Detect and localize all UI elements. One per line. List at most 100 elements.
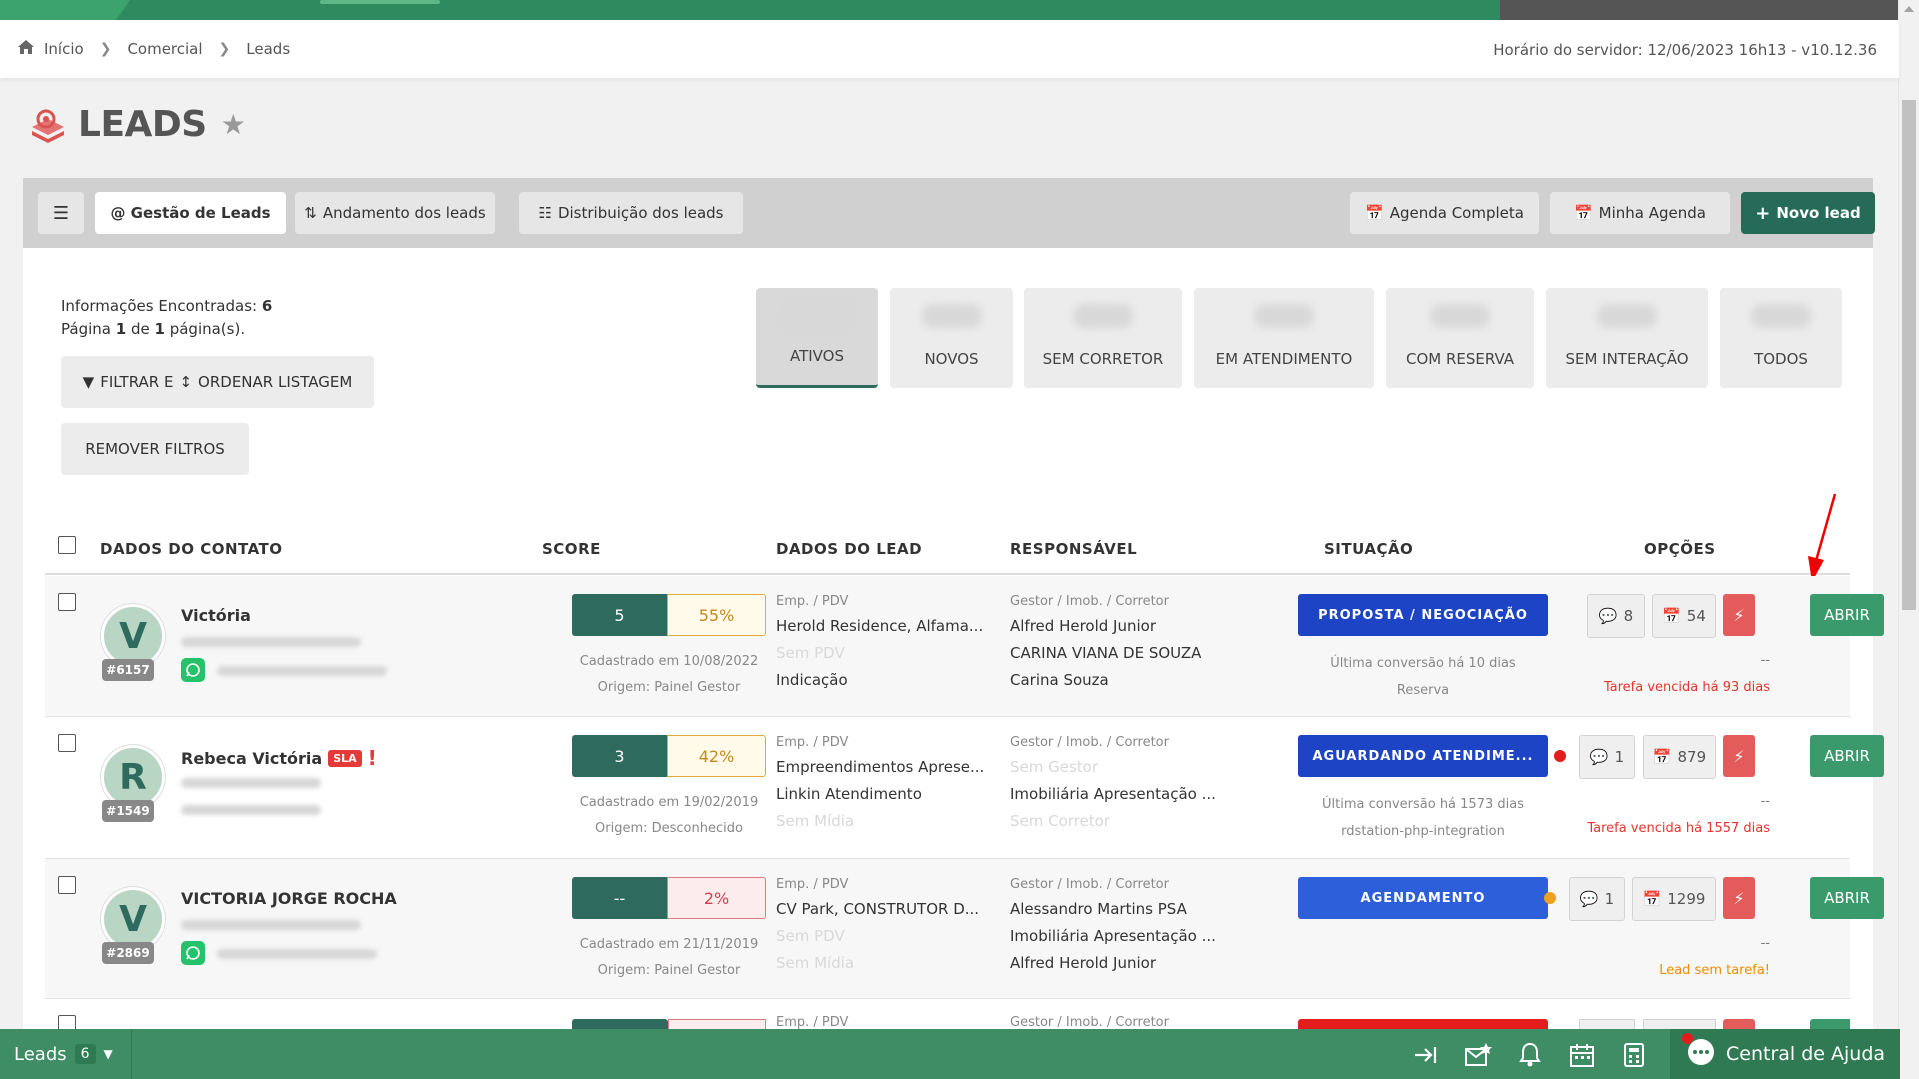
resp-gestor: Alfred Herold Junior xyxy=(1010,617,1156,635)
home-icon[interactable] xyxy=(18,40,34,58)
comments-icon: 💬 xyxy=(1589,748,1609,766)
tab-distribuicao-dos-leads[interactable]: ☷ Distribuição dos leads xyxy=(519,192,743,234)
tab-ativos[interactable]: ATIVOS xyxy=(756,288,878,388)
contact-name[interactable]: Victória xyxy=(181,606,251,625)
messages-button[interactable] xyxy=(1579,1019,1635,1029)
calendar-icon[interactable] xyxy=(1568,1041,1596,1069)
emp-label: Emp. / PDV xyxy=(776,877,849,892)
quick-action-button[interactable] xyxy=(1723,1019,1755,1029)
row-checkbox[interactable] xyxy=(58,876,76,894)
quick-action-button[interactable]: ⚡ xyxy=(1723,735,1755,777)
minha-agenda-button[interactable]: 📅 Minha Agenda xyxy=(1550,192,1730,234)
menu-button[interactable]: ☰ xyxy=(38,192,84,234)
abrir-button[interactable] xyxy=(1810,1019,1850,1029)
resp-label: Gestor / Imob. / Corretor xyxy=(1010,1015,1169,1029)
agenda-button[interactable]: 📅 879 xyxy=(1643,735,1716,779)
table-row: V #6157 Victória 5 55% Cadastrado em 10/… xyxy=(45,576,1884,716)
breadcrumb-comercial[interactable]: Comercial xyxy=(127,40,202,58)
tab-novos[interactable]: NOVOS xyxy=(890,288,1013,388)
lead-id-badge: #6157 xyxy=(102,659,154,681)
abrir-button[interactable]: ABRIR xyxy=(1810,877,1884,919)
row-checkbox[interactable] xyxy=(58,1015,76,1029)
sort-icon: ⇅ xyxy=(304,204,317,222)
score-percent: 55% xyxy=(667,594,766,636)
table-header: DADOS DO CONTATO SCORE DADOS DO LEAD RES… xyxy=(0,530,1870,574)
lead-origem: Origem: Painel Gestor xyxy=(597,963,741,978)
quick-action-button[interactable]: ⚡ xyxy=(1723,594,1755,636)
bottom-bar: Leads 6 ▼ Central de Ajuda xyxy=(0,1029,1900,1079)
chevron-down-icon: ▼ xyxy=(103,1047,113,1061)
contact-name[interactable]: VICTORIA JORGE ROCHA xyxy=(181,889,397,908)
page-scrollbar[interactable] xyxy=(1898,0,1919,1079)
task-status: Tarefa vencida há 93 dias xyxy=(1603,680,1770,695)
tab-todos[interactable]: TODOS xyxy=(1720,288,1842,388)
collapse-right-icon[interactable] xyxy=(1412,1041,1440,1069)
resp-imobiliaria: Imobiliária Apresentação ... xyxy=(1010,785,1216,803)
tab-gestao-de-leads[interactable]: @ Gestão de Leads xyxy=(95,192,286,234)
central-de-ajuda-button[interactable]: Central de Ajuda xyxy=(1670,1029,1900,1079)
leads-dock-tab[interactable]: Leads 6 ▼ xyxy=(0,1029,132,1079)
abrir-button[interactable]: ABRIR xyxy=(1810,735,1884,777)
contact-name[interactable]: Rebeca Victória SLA ! xyxy=(181,746,377,770)
row-checkbox[interactable] xyxy=(58,734,76,752)
resp-gestor: Sem Gestor xyxy=(1010,758,1099,776)
whatsapp-icon[interactable] xyxy=(181,941,205,965)
filter-icon: ▼ xyxy=(82,373,95,391)
agenda-button[interactable]: 📅 1299 xyxy=(1632,877,1716,921)
row-checkbox[interactable] xyxy=(58,593,76,611)
top-app-bar xyxy=(0,0,1899,20)
score-value xyxy=(572,1019,668,1029)
situacao-badge[interactable] xyxy=(1298,1019,1548,1029)
agenda-button[interactable]: 📅 54 xyxy=(1652,594,1716,638)
plus-icon: + xyxy=(1755,202,1771,224)
breadcrumb-home[interactable]: Início xyxy=(44,40,84,58)
whatsapp-icon[interactable] xyxy=(181,658,205,682)
tab-andamento-dos-leads[interactable]: ⇅ Andamento dos leads xyxy=(295,192,495,234)
resp-imobiliaria: Imobiliária Apresentação ... xyxy=(1010,927,1216,945)
tab-sem-corretor[interactable]: SEM CORRETOR xyxy=(1024,288,1182,388)
resp-corretor: Carina Souza xyxy=(1010,671,1109,689)
emp-label: Emp. / PDV xyxy=(776,1015,849,1029)
chat-help-icon xyxy=(1682,1032,1716,1072)
table-row: Emp. / PDV Gestor / Imob. / Corretor xyxy=(45,999,1850,1029)
options-dash: -- xyxy=(1760,936,1770,951)
leads-logo-icon xyxy=(32,109,64,143)
leads-count-badge: 6 xyxy=(74,1044,96,1064)
situacao-badge[interactable]: AGUARDANDO ATENDIME... xyxy=(1298,735,1548,777)
abrir-button[interactable]: ABRIR xyxy=(1810,594,1884,636)
remove-filters-button[interactable]: REMOVER FILTROS xyxy=(61,423,249,475)
favorite-star-icon[interactable]: ★ xyxy=(221,108,246,141)
agenda-completa-button[interactable]: 📅 Agenda Completa xyxy=(1350,192,1539,234)
scrollbar-thumb[interactable] xyxy=(1902,100,1916,610)
calendar-icon: 📅 xyxy=(1642,890,1662,908)
messages-button[interactable]: 💬 8 xyxy=(1587,594,1645,638)
score-value: 3 xyxy=(572,735,668,777)
bolt-icon: ⚡ xyxy=(1733,888,1745,908)
messages-button[interactable]: 💬 1 xyxy=(1579,735,1635,779)
status-dot-red xyxy=(1554,750,1566,762)
tab-com-reserva[interactable]: COM RESERVA xyxy=(1386,288,1534,388)
server-time: Horário do servidor: 12/06/2023 16h13 - … xyxy=(1493,41,1877,59)
options-dash: -- xyxy=(1760,653,1770,668)
tab-em-atendimento[interactable]: EM ATENDIMENTO xyxy=(1194,288,1374,388)
calculator-icon[interactable] xyxy=(1620,1041,1648,1069)
mail-star-icon[interactable] xyxy=(1464,1041,1492,1069)
resp-corretor: Sem Corretor xyxy=(1010,812,1110,830)
lead-empreendimento: CV Park, CONSTRUTOR D... xyxy=(776,900,980,918)
tab-sem-interacao[interactable]: SEM INTERAÇÃO xyxy=(1546,288,1708,388)
scroll-up-icon[interactable] xyxy=(1904,6,1914,12)
ultima-conversao: Última conversão há 10 dias xyxy=(1330,656,1516,671)
filter-order-button[interactable]: ▼ FILTRAR E ↕ ORDENAR LISTAGEM xyxy=(61,356,374,408)
breadcrumb-leads[interactable]: Leads xyxy=(246,40,290,58)
quick-action-button[interactable]: ⚡ xyxy=(1723,877,1755,919)
situacao-badge[interactable]: PROPOSTA / NEGOCIAÇÃO xyxy=(1298,594,1548,636)
agenda-button[interactable] xyxy=(1643,1019,1716,1029)
hamburger-icon: ☰ xyxy=(52,202,70,224)
novo-lead-button[interactable]: + Novo lead xyxy=(1741,192,1875,234)
bell-icon[interactable] xyxy=(1516,1041,1544,1069)
resp-label: Gestor / Imob. / Corretor xyxy=(1010,877,1169,892)
select-all-checkbox[interactable] xyxy=(58,536,76,554)
messages-button[interactable]: 💬 1 xyxy=(1569,877,1625,921)
lead-id-badge: #1549 xyxy=(102,800,154,822)
situacao-badge[interactable]: AGENDAMENTO xyxy=(1298,877,1548,919)
